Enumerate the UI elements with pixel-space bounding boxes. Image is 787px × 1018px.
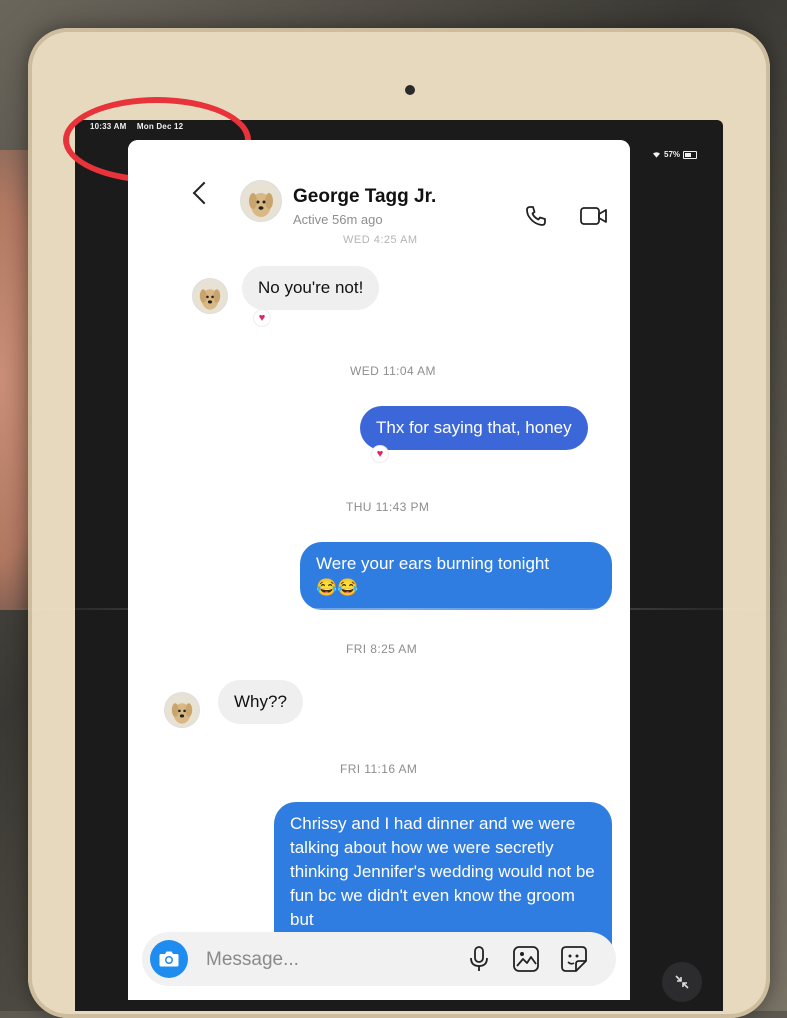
front-camera — [405, 85, 415, 95]
timestamp: FRI 8:25 AM — [346, 642, 418, 656]
status-bar-right: 57% — [652, 150, 698, 159]
contact-active-status: Active 56m ago — [293, 212, 383, 227]
phone-icon[interactable] — [524, 204, 548, 228]
chevron-left-icon[interactable] — [192, 181, 216, 205]
avatar[interactable] — [240, 180, 282, 222]
chat-header: George Tagg Jr. Active 56m ago — [128, 140, 630, 240]
dog-avatar-image — [193, 279, 227, 313]
dog-avatar-image — [241, 181, 281, 221]
paper-fold-line — [0, 608, 787, 610]
video-camera-icon[interactable] — [579, 204, 609, 228]
dog-avatar-image — [165, 693, 199, 727]
sticker-icon[interactable] — [560, 945, 588, 973]
heart-icon[interactable]: ♥ — [372, 446, 388, 462]
message-bubble-outgoing[interactable]: Were your ears burning tonight 😂😂 — [300, 542, 612, 610]
message-composer — [142, 932, 616, 986]
timestamp: THU 11:43 PM — [346, 500, 430, 514]
message-text: Were your ears burning tonight — [316, 554, 550, 573]
minimize-arrows-icon — [675, 975, 689, 989]
microphone-icon[interactable] — [468, 945, 490, 973]
messenger-window: George Tagg Jr. Active 56m ago WED 4:25 … — [128, 140, 630, 1000]
camera-button[interactable] — [150, 940, 188, 978]
sender-avatar — [164, 692, 200, 728]
heart-icon[interactable]: ♥ — [254, 310, 270, 326]
sender-avatar — [192, 278, 228, 314]
timestamp: WED 11:04 AM — [350, 364, 436, 378]
message-thread: WED 4:25 AM No you're not! ♥ WED 11:04 A… — [128, 234, 630, 972]
battery-icon — [683, 150, 698, 159]
emoji-laughing: 😂😂 — [316, 578, 359, 597]
message-bubble-incoming[interactable]: Why?? — [218, 680, 303, 724]
minimize-button[interactable] — [662, 962, 702, 1002]
contact-name[interactable]: George Tagg Jr. — [293, 186, 436, 208]
timestamp-partial: WED 4:25 AM — [343, 234, 418, 246]
wifi-icon — [653, 152, 660, 158]
message-bubble-outgoing[interactable]: Thx for saying that, honey — [360, 406, 588, 450]
image-icon[interactable] — [512, 945, 540, 973]
message-bubble-incoming[interactable]: No you're not! — [242, 266, 380, 310]
camera-icon — [159, 951, 179, 967]
message-input[interactable] — [204, 944, 458, 976]
battery-percent: 57% — [664, 150, 681, 159]
timestamp: FRI 11:16 AM — [340, 762, 418, 776]
